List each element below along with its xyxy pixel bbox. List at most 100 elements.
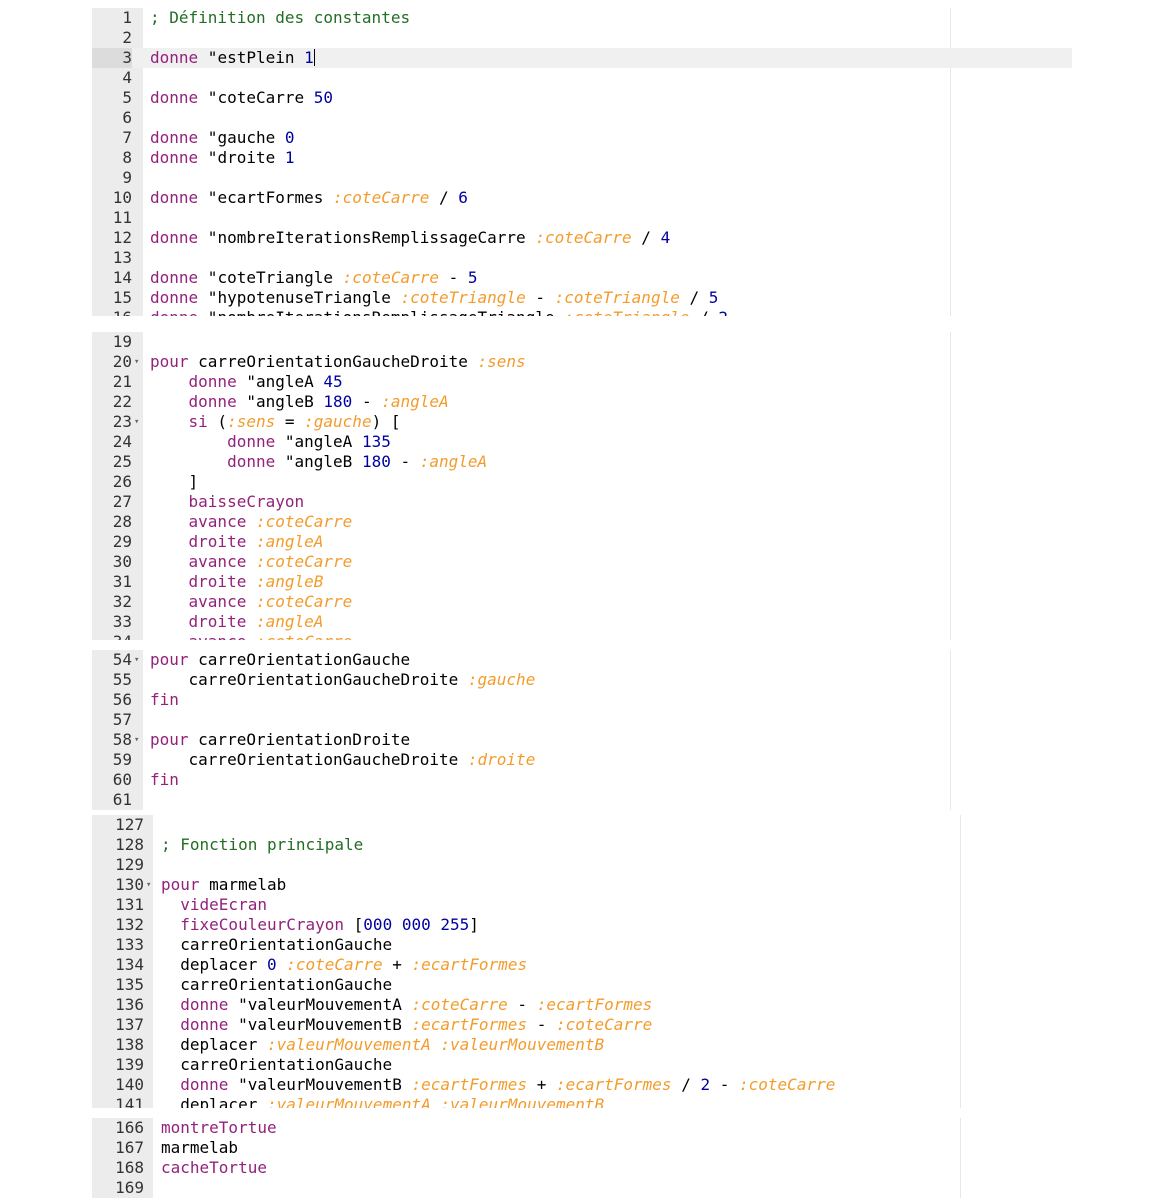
code-text[interactable]: carreOrientationGauche: [161, 935, 392, 955]
code-line[interactable]: 9: [92, 168, 1072, 188]
code-text[interactable]: donne "angleA 135: [150, 432, 391, 452]
code-line[interactable]: 129: [92, 855, 962, 875]
editor-panel-constants[interactable]: 1; Définition des constantes 2 3 donne "est…: [92, 8, 1072, 316]
code-line[interactable]: 30 avance :coteCarre: [92, 552, 1072, 572]
code-line[interactable]: 33 droite :angleA: [92, 612, 1072, 632]
code-line[interactable]: 5 donne "coteCarre 50: [92, 88, 1072, 108]
fold-toggle-icon[interactable]: ▾: [146, 875, 151, 895]
editor-panel-main[interactable]: 127 128 ; Fonction principale 129 130 ▾ pour m…: [92, 815, 962, 1108]
fold-toggle-icon[interactable]: ▾: [134, 352, 139, 372]
code-text[interactable]: droite :angleB: [150, 572, 324, 592]
code-line[interactable]: 10 donne "ecartFormes :coteCarre / 6: [92, 188, 1072, 208]
code-text[interactable]: droite :angleA: [150, 532, 324, 552]
code-text[interactable]: donne "nombreIterationsRemplissageCarre …: [150, 228, 670, 248]
code-line[interactable]: 137 donne "valeurMouvementB :ecartFormes…: [92, 1015, 962, 1035]
code-text[interactable]: donne "nombreIterationsRemplissageTriang…: [150, 308, 728, 316]
code-text[interactable]: avance :coteCarre: [150, 592, 353, 612]
code-text[interactable]: avance :coteCarre: [150, 632, 353, 640]
code-text[interactable]: fin: [150, 770, 179, 790]
code-line[interactable]: 166 montreTortue: [92, 1118, 962, 1138]
code-line[interactable]: 134 deplacer 0 :coteCarre + :ecartFormes: [92, 955, 962, 975]
code-line[interactable]: 27 baisseCrayon: [92, 492, 1072, 512]
code-line[interactable]: 127: [92, 815, 962, 835]
code-text[interactable]: ]: [150, 472, 199, 492]
code-line[interactable]: 2: [92, 28, 1072, 48]
code-line[interactable]: 61: [92, 790, 1072, 810]
code-line[interactable]: 7 donne "gauche 0: [92, 128, 1072, 148]
editor-panel-run[interactable]: 166 montreTortue 167 marmelab 168 cacheTortue…: [92, 1118, 962, 1198]
code-text[interactable]: donne "valeurMouvementB :ecartFormes + :…: [161, 1075, 835, 1095]
code-line[interactable]: 167 marmelab: [92, 1138, 962, 1158]
code-line[interactable]: 32 avance :coteCarre: [92, 592, 1072, 612]
code-text[interactable]: donne "droite 1: [150, 148, 295, 168]
code-line[interactable]: 24 donne "angleA 135: [92, 432, 1072, 452]
code-text[interactable]: deplacer :valeurMouvementA :valeurMouvem…: [161, 1095, 604, 1108]
code-line[interactable]: 25 donne "angleB 180 - :angleA: [92, 452, 1072, 472]
code-line[interactable]: 23 ▾ si (:sens = :gauche) [: [92, 412, 1072, 432]
code-line[interactable]: 8 donne "droite 1: [92, 148, 1072, 168]
code-text[interactable]: pour carreOrientationGaucheDroite :sens: [150, 352, 526, 372]
code-text[interactable]: pour marmelab: [161, 875, 286, 895]
code-line[interactable]: 140 donne "valeurMouvementB :ecartFormes…: [92, 1075, 962, 1095]
code-text[interactable]: avance :coteCarre: [150, 552, 353, 572]
code-line[interactable]: 31 droite :angleB: [92, 572, 1072, 592]
code-line[interactable]: 128 ; Fonction principale: [92, 835, 962, 855]
code-line[interactable]: 29 droite :angleA: [92, 532, 1072, 552]
code-text[interactable]: videEcran: [161, 895, 267, 915]
code-line[interactable]: 15 donne "hypotenuseTriangle :coteTriangl…: [92, 288, 1072, 308]
code-line[interactable]: 54 ▾ pour carreOrientationGauche: [92, 650, 1072, 670]
code-text[interactable]: donne "estPlein 1: [150, 48, 315, 68]
code-line[interactable]: 169: [92, 1178, 962, 1198]
code-line[interactable]: 59 carreOrientationGaucheDroite :droite: [92, 750, 1072, 770]
code-text[interactable]: marmelab: [161, 1138, 238, 1158]
code-text[interactable]: carreOrientationGauche: [161, 1055, 392, 1075]
code-text[interactable]: donne "gauche 0: [150, 128, 295, 148]
code-text[interactable]: donne "angleB 180 - :angleA: [150, 452, 487, 472]
code-line[interactable]: 133 carreOrientationGauche: [92, 935, 962, 955]
editor-panel-carre-gauche-droite[interactable]: 19 20 ▾ pour carreOrientationGaucheDroite :…: [92, 332, 1072, 640]
code-text[interactable]: donne "angleA 45: [150, 372, 343, 392]
code-line[interactable]: 34 avance :coteCarre: [92, 632, 1072, 640]
code-line[interactable]: 20 ▾ pour carreOrientationGaucheDroite :se…: [92, 352, 1072, 372]
fold-toggle-icon[interactable]: ▾: [134, 730, 139, 750]
code-text[interactable]: donne "coteTriangle :coteCarre - 5: [150, 268, 478, 288]
code-line[interactable]: 26 ]: [92, 472, 1072, 492]
code-line[interactable]: 19: [92, 332, 1072, 352]
code-text[interactable]: carreOrientationGauche: [161, 975, 392, 995]
code-line[interactable]: 13: [92, 248, 1072, 268]
code-text[interactable]: si (:sens = :gauche) [: [150, 412, 401, 432]
code-text[interactable]: ; Fonction principale: [161, 835, 363, 855]
code-text[interactable]: carreOrientationGaucheDroite :gauche: [150, 670, 536, 690]
code-line[interactable]: 12 donne "nombreIterationsRemplissageCarr…: [92, 228, 1072, 248]
code-line[interactable]: 21 donne "angleA 45: [92, 372, 1072, 392]
code-text[interactable]: donne "coteCarre 50: [150, 88, 333, 108]
code-line[interactable]: 1 ; Définition des constantes: [92, 8, 1072, 28]
code-text[interactable]: droite :angleA: [150, 612, 324, 632]
code-text[interactable]: avance :coteCarre: [150, 512, 353, 532]
code-line[interactable]: 14 donne "coteTriangle :coteCarre - 5: [92, 268, 1072, 288]
code-text[interactable]: ; Définition des constantes: [150, 8, 410, 28]
code-line[interactable]: 141 deplacer :valeurMouvementA :valeurMo…: [92, 1095, 962, 1108]
code-text[interactable]: carreOrientationGaucheDroite :droite: [150, 750, 536, 770]
code-text[interactable]: montreTortue: [161, 1118, 277, 1138]
code-line[interactable]: 132 fixeCouleurCrayon [000 000 255]: [92, 915, 962, 935]
code-line-active[interactable]: 3 donne "estPlein 1: [92, 48, 1072, 68]
code-text[interactable]: cacheTortue: [161, 1158, 267, 1178]
code-line[interactable]: 11: [92, 208, 1072, 228]
fold-toggle-icon[interactable]: ▾: [134, 650, 139, 670]
code-text[interactable]: baisseCrayon: [150, 492, 305, 512]
code-text[interactable]: fin: [150, 690, 179, 710]
code-text[interactable]: donne "hypotenuseTriangle :coteTriangle …: [150, 288, 718, 308]
code-line[interactable]: 56 fin: [92, 690, 1072, 710]
code-line[interactable]: 55 carreOrientationGaucheDroite :gauche: [92, 670, 1072, 690]
code-line[interactable]: 22 donne "angleB 180 - :angleA: [92, 392, 1072, 412]
code-line[interactable]: 58 ▾ pour carreOrientationDroite: [92, 730, 1072, 750]
code-line[interactable]: 57: [92, 710, 1072, 730]
code-line[interactable]: 60 fin: [92, 770, 1072, 790]
code-line[interactable]: 28 avance :coteCarre: [92, 512, 1072, 532]
code-line[interactable]: 135 carreOrientationGauche: [92, 975, 962, 995]
code-text[interactable]: pour carreOrientationDroite: [150, 730, 410, 750]
code-line[interactable]: 136 donne "valeurMouvementA :coteCarre -…: [92, 995, 962, 1015]
code-line[interactable]: 131 videEcran: [92, 895, 962, 915]
code-text[interactable]: donne "valeurMouvementB :ecartFormes - :…: [161, 1015, 652, 1035]
